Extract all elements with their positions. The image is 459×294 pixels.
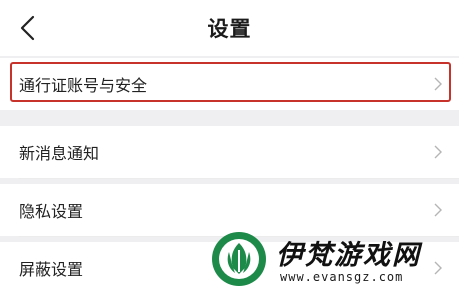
watermark: 伊梵游戏网 www.evansgz.com [210, 230, 459, 291]
watermark-url: www.evansgz.com [280, 270, 404, 284]
settings-item-label: 新消息通知 [19, 144, 100, 163]
settings-item-account-security[interactable]: 通行证账号与安全 [0, 58, 459, 110]
chevron-right-icon [434, 77, 442, 91]
chevron-right-icon [434, 145, 442, 159]
watermark-logo-icon [212, 232, 266, 286]
page-title: 设置 [207, 17, 252, 41]
settings-item-notifications[interactable]: 新消息通知 [0, 126, 459, 178]
divider [19, 178, 459, 179]
chevron-right-icon [434, 203, 442, 217]
watermark-name: 伊梵游戏网 [276, 240, 421, 271]
settings-item-privacy[interactable]: 隐私设置 [0, 184, 459, 236]
settings-item-label: 屏蔽设置 [19, 260, 84, 279]
settings-item-label: 隐私设置 [19, 202, 84, 221]
top-bar: 设置 [0, 0, 459, 56]
settings-item-label: 通行证账号与安全 [19, 76, 148, 95]
